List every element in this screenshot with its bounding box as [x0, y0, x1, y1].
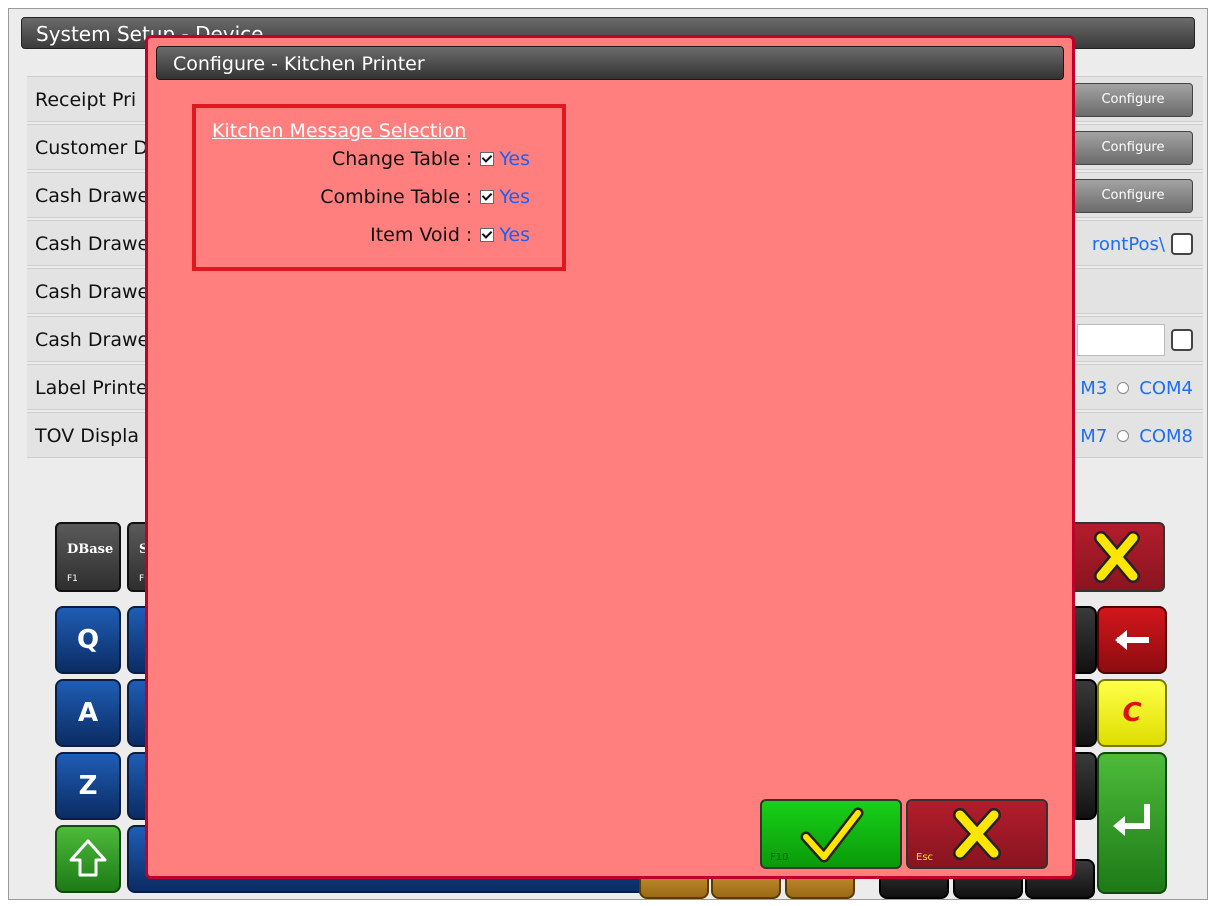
checkbox-icon[interactable] [480, 190, 495, 204]
row-label: TOV Displa [35, 425, 140, 447]
dialog-title: Configure - Kitchen Printer [156, 46, 1064, 80]
configure-button[interactable]: Configure [1073, 131, 1193, 165]
com-option[interactable]: COM4 [1139, 378, 1193, 399]
option-label: Change Table : [331, 148, 473, 170]
option-label: Item Void : [370, 224, 473, 246]
radio-icon[interactable] [1117, 382, 1130, 394]
key-hint: F [139, 574, 145, 584]
configure-kitchen-printer-dialog: Configure - Kitchen Printer Kitchen Mess… [145, 35, 1075, 879]
row-label: Cash Drawe [35, 281, 150, 303]
shift-key[interactable] [55, 825, 121, 893]
option-change-table: Change Table : Yes [332, 144, 530, 174]
ok-shortcut-hint: F10 [770, 852, 789, 863]
key-label: DBase [67, 542, 114, 557]
option-label: Combine Table : [320, 186, 473, 208]
row-label: Cash Drawe [35, 233, 150, 255]
kitchen-message-selection-group: Kitchen Message Selection Change Table :… [192, 104, 566, 271]
folder-icon[interactable] [1171, 329, 1193, 351]
com-option[interactable]: COM8 [1139, 426, 1193, 447]
clear-key[interactable]: C [1097, 679, 1167, 747]
configure-button[interactable]: Configure [1073, 83, 1193, 117]
option-value[interactable]: Yes [499, 224, 530, 246]
path-text: rontPos\ [1091, 233, 1165, 255]
ok-button[interactable]: F10 [760, 799, 902, 869]
key-z[interactable]: Z [55, 752, 121, 820]
enter-key[interactable] [1097, 752, 1167, 894]
option-item-void: Item Void : Yes [370, 220, 530, 250]
backspace-key[interactable] [1097, 606, 1167, 674]
folder-icon[interactable] [1171, 233, 1193, 255]
key-q[interactable]: Q [55, 606, 121, 674]
row-label: Receipt Pri [35, 89, 137, 111]
com-option[interactable]: M7 [1080, 426, 1107, 447]
section-heading: Kitchen Message Selection [212, 120, 467, 142]
option-combine-table: Combine Table : Yes [320, 182, 530, 212]
backspace-arrow-icon [1115, 630, 1149, 650]
row-label: Customer D [35, 137, 148, 159]
shift-arrow-icon [69, 839, 107, 877]
checkbox-icon[interactable] [480, 228, 495, 242]
option-value[interactable]: Yes [499, 186, 530, 208]
key-a[interactable]: A [55, 679, 121, 747]
row-label: Label Printe [35, 377, 148, 399]
cancel-shortcut-hint: Esc [916, 852, 934, 863]
close-x-icon [1094, 531, 1140, 583]
option-value[interactable]: Yes [499, 148, 530, 170]
key-hint: F1 [67, 574, 78, 584]
row-label: Cash Drawe [35, 329, 150, 351]
cancel-button[interactable]: Esc [906, 799, 1048, 869]
close-button[interactable] [1069, 522, 1165, 592]
com-option[interactable]: M3 [1080, 378, 1107, 399]
path-input[interactable] [1077, 324, 1165, 356]
configure-button[interactable]: Configure [1073, 179, 1193, 213]
dbase-function-key[interactable]: DBase F1 [55, 522, 121, 592]
radio-icon[interactable] [1117, 430, 1130, 442]
row-label: Cash Drawe [35, 185, 150, 207]
checkbox-icon[interactable] [480, 152, 495, 166]
enter-arrow-icon [1113, 804, 1150, 836]
